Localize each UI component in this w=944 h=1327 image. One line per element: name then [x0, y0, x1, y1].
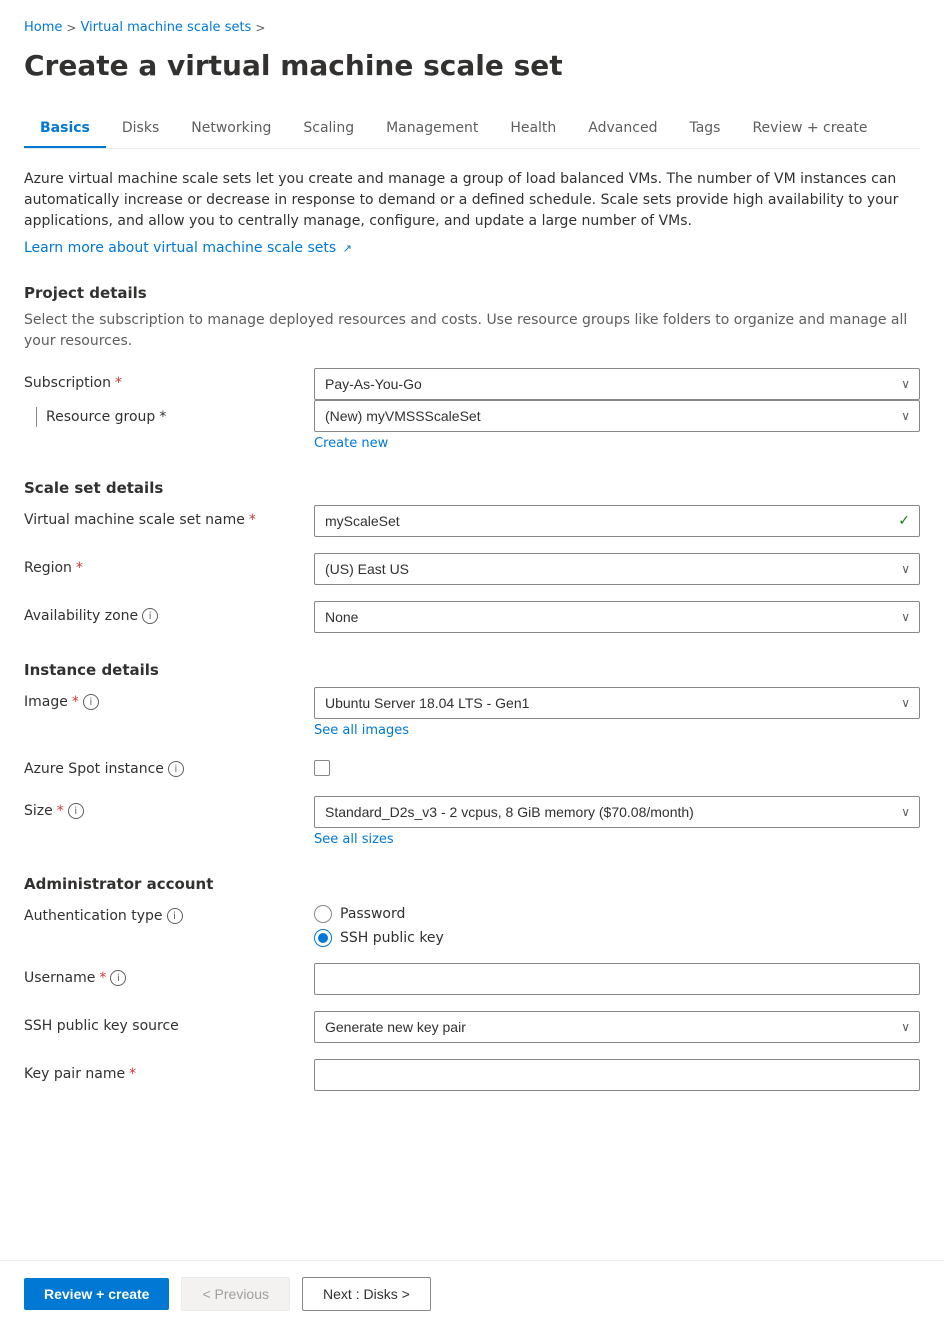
- vm-name-required: *: [249, 512, 256, 528]
- breadcrumb-sep1: >: [66, 21, 76, 35]
- region-label: Region: [24, 560, 72, 576]
- azure-spot-checkbox[interactable]: [314, 760, 330, 776]
- image-label: Image: [24, 694, 68, 710]
- create-new-resource-group-link[interactable]: Create new: [314, 436, 920, 451]
- region-required: *: [76, 560, 83, 576]
- see-all-images-link[interactable]: See all images: [314, 723, 920, 738]
- footer: Review + create < Previous Next : Disks …: [0, 1260, 944, 1327]
- availability-zone-label: Availability zone: [24, 608, 138, 624]
- vm-name-valid-icon: ✓: [898, 513, 910, 529]
- azure-spot-label: Azure Spot instance: [24, 761, 164, 777]
- subscription-required: *: [115, 375, 122, 391]
- size-required: *: [57, 803, 64, 819]
- external-link-icon: ↗: [343, 242, 352, 255]
- key-pair-input[interactable]: [314, 1059, 920, 1091]
- tab-advanced[interactable]: Advanced: [572, 110, 673, 148]
- subscription-dropdown[interactable]: Pay-As-You-Go: [314, 368, 920, 400]
- key-pair-required: *: [129, 1066, 136, 1082]
- tab-health[interactable]: Health: [494, 110, 572, 148]
- size-label: Size: [24, 803, 53, 819]
- ssh-source-dropdown[interactable]: Generate new key pair: [314, 1011, 920, 1043]
- tab-scaling[interactable]: Scaling: [287, 110, 370, 148]
- vm-name-input[interactable]: [314, 505, 920, 537]
- auth-ssh-label: SSH public key: [340, 930, 444, 946]
- vm-name-label: Virtual machine scale set name: [24, 512, 245, 528]
- username-info-icon[interactable]: i: [110, 970, 126, 986]
- azure-spot-info-icon[interactable]: i: [168, 761, 184, 777]
- tab-bar: Basics Disks Networking Scaling Manageme…: [24, 110, 920, 149]
- ssh-source-label: SSH public key source: [24, 1018, 179, 1034]
- tab-management[interactable]: Management: [370, 110, 494, 148]
- review-create-button[interactable]: Review + create: [24, 1278, 169, 1310]
- image-info-icon[interactable]: i: [83, 694, 99, 710]
- tab-disks[interactable]: Disks: [106, 110, 175, 148]
- tab-review[interactable]: Review + create: [736, 110, 883, 148]
- admin-account-heading: Administrator account: [24, 875, 920, 893]
- size-info-icon[interactable]: i: [68, 803, 84, 819]
- auth-password-option[interactable]: Password: [314, 905, 920, 923]
- username-label: Username: [24, 970, 95, 986]
- tab-tags[interactable]: Tags: [673, 110, 736, 148]
- image-required: *: [72, 694, 79, 710]
- tab-basics[interactable]: Basics: [24, 110, 106, 148]
- instance-details-heading: Instance details: [24, 661, 920, 679]
- username-required: *: [99, 970, 106, 986]
- breadcrumb-sep2: >: [255, 21, 265, 35]
- resource-group-dropdown[interactable]: (New) myVMSSScaleSet: [314, 400, 920, 432]
- key-pair-label: Key pair name: [24, 1066, 125, 1082]
- scale-set-details-heading: Scale set details: [24, 479, 920, 497]
- size-dropdown[interactable]: Standard_D2s_v3 - 2 vcpus, 8 GiB memory …: [314, 796, 920, 828]
- auth-ssh-radio[interactable]: [314, 929, 332, 947]
- subscription-label: Subscription: [24, 375, 111, 391]
- auth-ssh-option[interactable]: SSH public key: [314, 929, 920, 947]
- resource-group-required: *: [159, 409, 166, 425]
- resource-group-indent: [36, 407, 38, 427]
- auth-type-label: Authentication type: [24, 908, 163, 924]
- auth-ssh-radio-inner: [318, 933, 328, 943]
- availability-zone-info-icon[interactable]: i: [142, 608, 158, 624]
- auth-type-radio-group: Password SSH public key: [314, 905, 920, 947]
- auth-type-info-icon[interactable]: i: [167, 908, 183, 924]
- breadcrumb-vmss[interactable]: Virtual machine scale sets: [80, 20, 251, 35]
- tab-networking[interactable]: Networking: [175, 110, 287, 148]
- auth-password-label: Password: [340, 906, 405, 922]
- see-all-sizes-link[interactable]: See all sizes: [314, 832, 920, 847]
- project-details-heading: Project details: [24, 284, 920, 302]
- breadcrumb-home[interactable]: Home: [24, 20, 62, 35]
- auth-password-radio[interactable]: [314, 905, 332, 923]
- username-input[interactable]: [314, 963, 920, 995]
- image-dropdown[interactable]: Ubuntu Server 18.04 LTS - Gen1: [314, 687, 920, 719]
- project-details-desc: Select the subscription to manage deploy…: [24, 310, 920, 352]
- breadcrumb: Home > Virtual machine scale sets >: [24, 20, 920, 35]
- next-button[interactable]: Next : Disks >: [302, 1277, 431, 1311]
- region-dropdown[interactable]: (US) East US: [314, 553, 920, 585]
- learn-more-link[interactable]: Learn more about virtual machine scale s…: [24, 240, 352, 256]
- previous-button: < Previous: [181, 1277, 290, 1311]
- availability-zone-dropdown[interactable]: None: [314, 601, 920, 633]
- page-title: Create a virtual machine scale set: [24, 49, 920, 82]
- resource-group-label: Resource group: [46, 409, 155, 425]
- page-description: Azure virtual machine scale sets let you…: [24, 169, 920, 232]
